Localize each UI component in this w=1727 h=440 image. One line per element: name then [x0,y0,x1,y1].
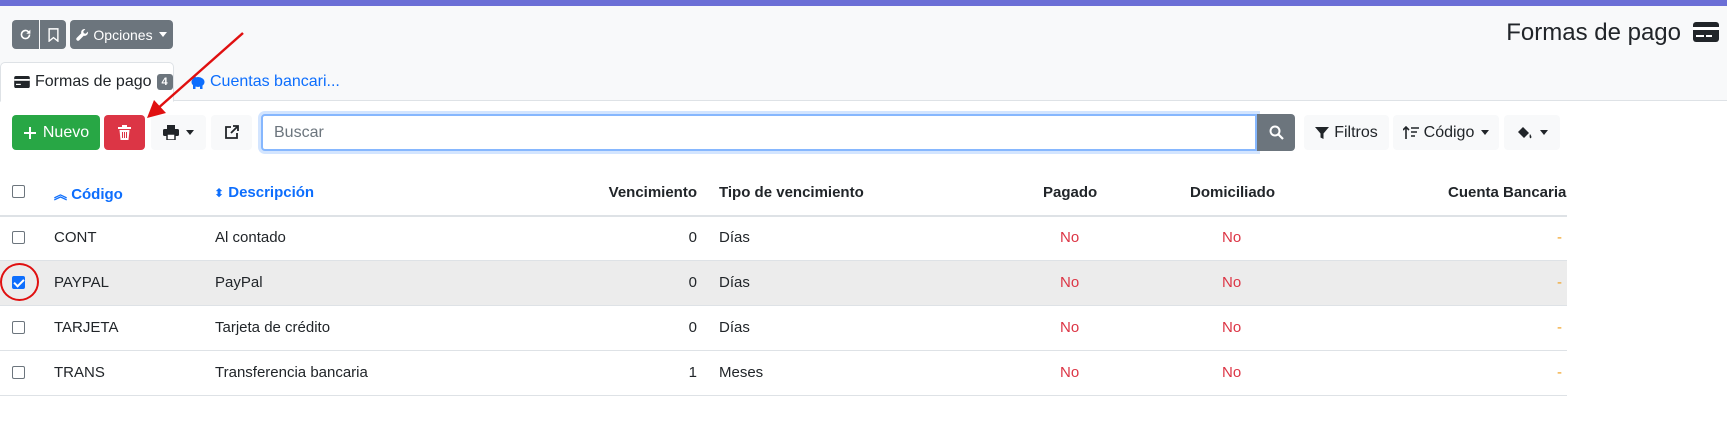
bookmark-button[interactable] [40,20,66,49]
cell-cuenta: - [1557,319,1562,336]
new-button[interactable]: Nuevo [12,115,100,150]
refresh-icon [20,29,31,40]
filters-label: Filtros [1334,123,1378,141]
row-checkbox[interactable] [12,321,25,334]
filters-button[interactable]: Filtros [1304,115,1389,150]
row-checkbox[interactable] [12,231,25,244]
cell-descripcion: Al contado [215,229,286,246]
credit-card-icon [14,76,30,88]
double-chevron-up-icon: ︽ [54,187,68,202]
new-button-label: Nuevo [42,123,90,141]
row-checkbox[interactable] [12,366,25,379]
cell-tipo: Días [719,319,750,336]
cell-cuenta: - [1557,364,1562,381]
cell-pagado: No [1060,364,1080,381]
cell-domiciliado: No [1222,229,1242,246]
cell-codigo: PAYPAL [54,274,110,291]
annotation-arrow [147,32,244,118]
bookmark-icon [47,27,59,42]
plus-icon [23,126,36,139]
cell-pagado: No [1060,319,1080,336]
column-label: Descripción [228,184,315,201]
page-title: Formas de pago [1506,19,1681,46]
column-header-pagado: Pagado [1043,184,1098,201]
column-label: Código [71,186,123,203]
cell-tipo: Días [719,229,750,246]
column-header-vencimiento: Vencimiento [608,184,697,201]
wrench-icon [76,29,89,41]
search-input[interactable] [261,114,1257,151]
sort-icon: ⬍ [214,186,225,200]
cell-cuenta: - [1557,229,1562,246]
cell-codigo: TARJETA [54,319,119,336]
cell-pagado: No [1060,274,1080,291]
cell-vencimiento: 0 [688,319,697,336]
column-header-domiciliado: Domiciliado [1190,184,1276,201]
cell-descripcion: PayPal [215,274,263,291]
cell-codigo: CONT [54,229,97,246]
cell-domiciliado: No [1222,274,1242,291]
tab-label: Formas de pago [35,73,152,90]
chevron-down-icon [186,130,194,135]
cell-tipo: Días [719,274,750,291]
cell-codigo: TRANS [54,364,105,381]
cell-descripcion: Transferencia bancaria [215,364,368,381]
trash-icon [118,125,131,140]
sort-icon [1402,125,1419,139]
table-row[interactable]: CONT Al contado 0 Días No No - [0,216,1567,261]
delete-button[interactable] [104,115,145,150]
table-row[interactable]: TRANS Transferencia bancaria 1 Meses No … [0,351,1567,396]
refresh-button[interactable] [12,20,39,49]
chevron-down-icon [1481,130,1490,135]
cell-pagado: No [1060,229,1080,246]
chevron-down-icon [1539,130,1548,135]
paint-bucket-icon [1517,126,1531,138]
column-header-tipo: Tipo de vencimiento [719,184,864,201]
cell-domiciliado: No [1222,319,1242,336]
select-all-checkbox[interactable] [12,185,25,198]
search-button[interactable] [1257,114,1295,151]
table-row[interactable]: TARJETA Tarjeta de crédito 0 Días No No … [0,306,1567,351]
column-header-codigo[interactable]: ︽ Código [54,184,123,203]
external-link-icon [225,125,239,139]
cell-vencimiento: 1 [688,364,697,381]
order-label: Código [1423,123,1475,141]
color-dropdown[interactable] [1504,115,1560,150]
cell-domiciliado: No [1222,364,1242,381]
cell-vencimiento: 0 [688,229,697,246]
search-icon [1269,125,1284,140]
credit-card-icon [1693,22,1719,42]
order-dropdown[interactable]: Código [1393,115,1499,150]
column-header-descripcion[interactable]: ⬍ Descripción [214,184,314,201]
annotation-circle [0,263,39,301]
print-icon [163,125,179,140]
cell-tipo: Meses [719,364,764,381]
cell-cuenta: - [1557,274,1562,291]
filter-icon [1315,126,1330,139]
cell-descripcion: Tarjeta de crédito [215,319,331,336]
cell-vencimiento: 0 [688,274,697,291]
table-row-selected[interactable]: PAYPAL PayPal 0 Días No No - [0,261,1567,306]
column-header-cuenta: Cuenta Bancaria [1448,184,1567,201]
